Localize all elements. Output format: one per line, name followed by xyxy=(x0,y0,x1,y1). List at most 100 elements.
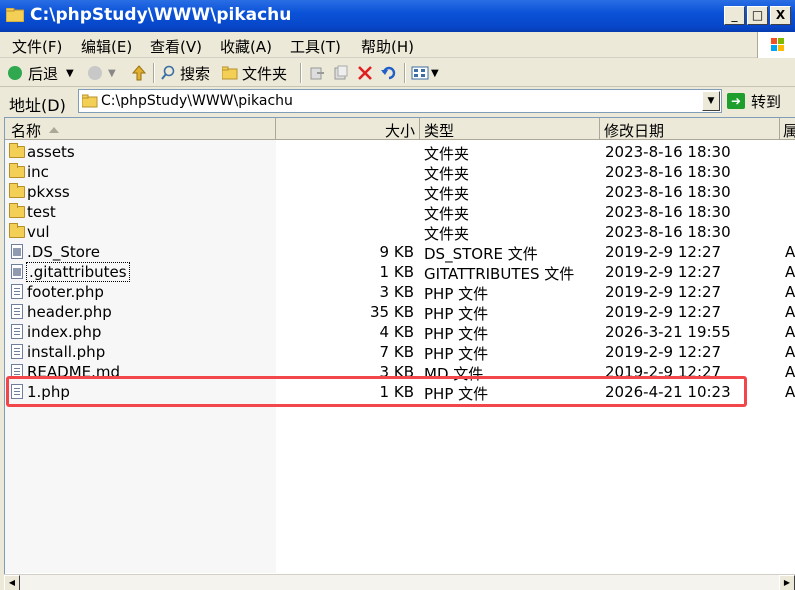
column-header-size[interactable]: 大小 xyxy=(276,118,420,140)
horizontal-scrollbar[interactable]: ◀ ▶ xyxy=(4,574,795,590)
views-button[interactable]: ▼ xyxy=(411,63,439,83)
scroll-left-button[interactable]: ◀ xyxy=(4,575,20,590)
file-name: test xyxy=(27,203,56,221)
search-button[interactable]: 搜索 xyxy=(160,63,210,83)
file-modified: 2023-8-16 18:30 xyxy=(605,143,731,161)
file-size: 35 KB xyxy=(370,303,414,321)
folder-icon xyxy=(9,223,25,238)
file-row[interactable]: test 文件夹 2023-8-16 18:30 xyxy=(5,202,795,223)
file-name: vul xyxy=(27,223,50,241)
file-modified: 2019-2-9 12:27 xyxy=(605,283,722,301)
file-size: 9 KB xyxy=(379,243,414,261)
file-row[interactable]: inc 文件夹 2023-8-16 18:30 xyxy=(5,162,795,183)
menu-file[interactable]: 文件(F) xyxy=(12,36,62,57)
folder-icon xyxy=(82,94,98,108)
file-size: 3 KB xyxy=(379,283,414,301)
file-modified: 2019-2-9 12:27 xyxy=(605,303,722,321)
copy-to-button[interactable] xyxy=(333,63,349,83)
file-row[interactable]: assets 文件夹 2023-8-16 18:30 xyxy=(5,142,795,163)
chevron-down-icon: ▼ xyxy=(431,67,439,79)
chevron-down-icon: ▼ xyxy=(108,67,116,79)
column-header-attributes[interactable]: 属 xyxy=(780,118,795,140)
file-row[interactable]: pkxss 文件夹 2023-8-16 18:30 xyxy=(5,182,795,203)
file-attributes: A xyxy=(785,283,795,301)
menu-bar: 文件(F) 编辑(E) 查看(V) 收藏(A) 工具(T) 帮助(H) xyxy=(0,32,795,58)
file-modified: 2023-8-16 18:30 xyxy=(605,183,731,201)
file-modified: 2019-2-9 12:27 xyxy=(605,263,722,281)
up-arrow-icon xyxy=(131,65,147,81)
up-folder-button[interactable] xyxy=(131,63,147,83)
file-type: PHP 文件 xyxy=(424,345,489,363)
menu-help[interactable]: 帮助(H) xyxy=(361,36,414,57)
address-value: C:\phpStudy\WWW\pikachu xyxy=(101,93,293,109)
toolbar-separator xyxy=(404,63,406,83)
undo-button[interactable] xyxy=(380,63,398,83)
scroll-right-button[interactable]: ▶ xyxy=(779,575,795,590)
file-name: .gitattributes xyxy=(26,262,130,282)
delete-button[interactable] xyxy=(357,63,373,83)
copy-to-icon xyxy=(334,65,348,80)
address-label: 地址(D) xyxy=(9,96,66,115)
file-row[interactable]: footer.php 3 KB PHP 文件 2019-2-9 12:27 A xyxy=(5,282,795,303)
file-row[interactable]: header.php 35 KB PHP 文件 2019-2-9 12:27 A xyxy=(5,302,795,323)
address-bar: 地址(D) C:\phpStudy\WWW\pikachu ▼ ➜ 转到 xyxy=(0,87,795,117)
file-row[interactable]: install.php 7 KB PHP 文件 2019-2-9 12:27 A xyxy=(5,342,795,363)
forward-arrow-icon xyxy=(88,66,102,80)
go-button[interactable]: ➜ 转到 xyxy=(727,90,781,112)
menu-tools[interactable]: 工具(T) xyxy=(290,36,341,57)
maximize-button[interactable]: □ xyxy=(747,6,768,25)
file-row[interactable]: .DS_Store 9 KB DS_STORE 文件 2019-2-9 12:27 A xyxy=(5,242,795,263)
system-file-icon xyxy=(11,244,23,259)
file-type: PHP 文件 xyxy=(424,325,489,343)
delete-icon xyxy=(358,66,372,80)
move-to-button[interactable] xyxy=(309,63,325,83)
address-dropdown-button[interactable]: ▼ xyxy=(702,91,720,111)
close-button[interactable]: X xyxy=(770,6,791,25)
php-file-icon xyxy=(11,344,23,359)
address-input[interactable]: C:\phpStudy\WWW\pikachu ▼ xyxy=(78,89,722,113)
file-modified: 2026-3-21 19:55 xyxy=(605,323,731,341)
file-attributes: A xyxy=(785,323,795,341)
file-row[interactable]: .gitattributes 1 KB GITATTRIBUTES 文件 2019-2… xyxy=(5,262,795,283)
minimize-button[interactable]: _ xyxy=(724,6,745,25)
title-bar[interactable]: C:\phpStudy\WWW\pikachu _ □ X xyxy=(0,0,795,32)
php-file-icon xyxy=(11,324,23,339)
file-row[interactable]: index.php 4 KB PHP 文件 2026-3-21 19:55 A xyxy=(5,322,795,343)
system-file-icon xyxy=(11,264,23,279)
file-attributes: A xyxy=(785,303,795,321)
file-name: header.php xyxy=(27,303,112,321)
undo-icon xyxy=(381,66,396,80)
menu-favorites[interactable]: 收藏(A) xyxy=(220,36,272,57)
file-modified: 2019-2-9 12:27 xyxy=(605,243,722,261)
column-header-type[interactable]: 类型 xyxy=(420,118,600,140)
file-size: 7 KB xyxy=(379,343,414,361)
column-header-modified[interactable]: 修改日期 xyxy=(600,118,780,140)
file-name: index.php xyxy=(27,323,102,341)
menu-edit[interactable]: 编辑(E) xyxy=(81,36,132,57)
folder-icon xyxy=(5,7,25,23)
file-type: DS_STORE 文件 xyxy=(424,245,538,263)
file-attributes: A xyxy=(785,243,795,261)
folder-icon xyxy=(9,183,25,198)
file-row[interactable]: vul 文件夹 2023-8-16 18:30 xyxy=(5,222,795,243)
move-to-icon xyxy=(310,67,324,80)
toolbar-separator xyxy=(300,63,302,83)
folder-icon xyxy=(222,66,238,80)
folders-button[interactable]: 文件夹 xyxy=(222,63,287,83)
go-arrow-icon: ➜ xyxy=(727,93,745,109)
file-list[interactable]: 名称 大小 类型 修改日期 属 assets 文件夹 2023-8-16 18:30… xyxy=(4,117,795,590)
file-type: 文件夹 xyxy=(424,165,470,183)
file-size: 4 KB xyxy=(379,323,414,341)
file-type: 文件夹 xyxy=(424,225,470,243)
menu-view[interactable]: 查看(V) xyxy=(150,36,202,57)
back-button[interactable]: 后退 ▼ xyxy=(8,63,74,83)
file-type: 文件夹 xyxy=(424,185,470,203)
file-type: PHP 文件 xyxy=(424,285,489,303)
php-file-icon xyxy=(11,284,23,299)
folder-icon xyxy=(9,163,25,178)
file-type: 文件夹 xyxy=(424,145,470,163)
forward-button[interactable]: ▼ xyxy=(88,63,116,83)
search-icon xyxy=(161,65,175,80)
column-header-name[interactable]: 名称 xyxy=(5,118,276,140)
file-modified: 2023-8-16 18:30 xyxy=(605,223,731,241)
